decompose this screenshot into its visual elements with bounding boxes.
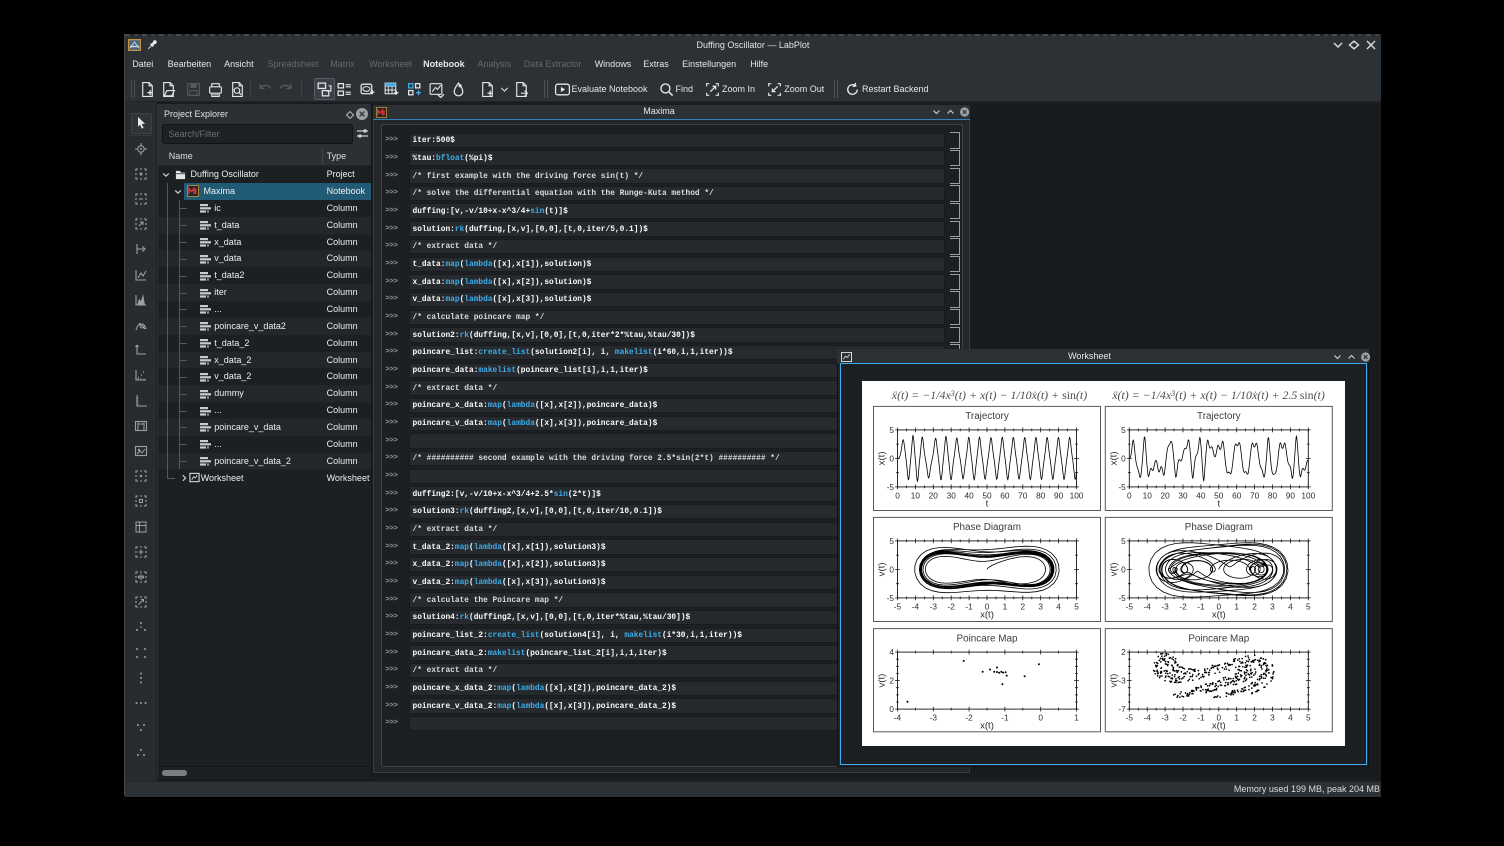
svg-text:30: 30	[947, 490, 957, 500]
svg-text:1: 1	[1003, 601, 1008, 611]
svg-text:v(t): v(t)	[1108, 674, 1119, 688]
svg-text:80: 80	[1268, 490, 1278, 500]
svg-text:-1: -1	[1001, 713, 1009, 723]
svg-text:30: 30	[1178, 490, 1188, 500]
svg-text:40: 40	[964, 490, 974, 500]
svg-text:4: 4	[889, 647, 894, 657]
svg-text:0: 0	[889, 564, 894, 574]
svg-text:1: 1	[1234, 713, 1239, 723]
svg-text:-3: -3	[1161, 601, 1169, 611]
svg-text:-4: -4	[1144, 601, 1152, 611]
svg-text:-4: -4	[1144, 713, 1152, 723]
svg-text:x(t): x(t)	[877, 451, 888, 465]
svg-text:x(t): x(t)	[1108, 451, 1119, 465]
svg-text:60: 60	[1232, 490, 1242, 500]
svg-text:-1: -1	[965, 601, 973, 611]
svg-text:-1: -1	[1197, 713, 1205, 723]
svg-text:-5: -5	[887, 482, 895, 492]
svg-text:Trajectory: Trajectory	[965, 411, 1009, 422]
svg-text:0: 0	[889, 453, 894, 463]
svg-text:80: 80	[1036, 490, 1046, 500]
svg-text:5: 5	[1306, 601, 1311, 611]
svg-text:-3: -3	[1161, 713, 1169, 723]
svg-text:x(t): x(t)	[980, 609, 994, 620]
svg-text:Trajectory: Trajectory	[1197, 411, 1241, 422]
svg-text:-4: -4	[894, 713, 902, 723]
svg-text:-3: -3	[930, 601, 938, 611]
svg-text:0: 0	[1038, 713, 1043, 723]
svg-text:t: t	[1217, 498, 1220, 509]
svg-text:-5: -5	[1126, 601, 1134, 611]
svg-text:20: 20	[929, 490, 939, 500]
svg-text:40: 40	[1196, 490, 1206, 500]
svg-text:x(t): x(t)	[1212, 609, 1226, 620]
svg-text:5: 5	[889, 425, 894, 435]
svg-text:Phase Diagram: Phase Diagram	[1185, 522, 1253, 533]
svg-text:1: 1	[1234, 601, 1239, 611]
svg-text:-5: -5	[894, 601, 902, 611]
svg-text:5: 5	[1306, 713, 1311, 723]
svg-text:0: 0	[895, 490, 900, 500]
svg-text:0: 0	[1121, 564, 1126, 574]
svg-text:3: 3	[1038, 601, 1043, 611]
svg-text:-2: -2	[1179, 713, 1187, 723]
svg-text:-3: -3	[1118, 676, 1126, 686]
svg-text:v(t): v(t)	[1108, 562, 1119, 576]
svg-text:90: 90	[1286, 490, 1296, 500]
svg-text:-3: -3	[930, 713, 938, 723]
svg-text:100: 100	[1301, 490, 1315, 500]
svg-text:2: 2	[1252, 601, 1257, 611]
svg-text:1: 1	[1074, 713, 1079, 723]
svg-text:10: 10	[911, 490, 921, 500]
svg-text:-2: -2	[965, 713, 973, 723]
svg-text:90: 90	[1054, 490, 1064, 500]
svg-text:-1: -1	[1197, 601, 1205, 611]
svg-text:-2: -2	[948, 601, 956, 611]
svg-text:4: 4	[1288, 601, 1293, 611]
svg-text:x(t): x(t)	[980, 721, 994, 732]
svg-text:0: 0	[1127, 490, 1132, 500]
svg-text:10: 10	[1143, 490, 1153, 500]
svg-text:5: 5	[1121, 536, 1126, 546]
svg-text:2: 2	[1020, 601, 1025, 611]
svg-text:4: 4	[1056, 601, 1061, 611]
svg-text:3: 3	[1270, 601, 1275, 611]
svg-text:2: 2	[889, 676, 894, 686]
svg-text:Phase Diagram: Phase Diagram	[953, 522, 1021, 533]
svg-text:70: 70	[1250, 490, 1260, 500]
svg-text:5: 5	[1074, 601, 1079, 611]
svg-text:2: 2	[1121, 647, 1126, 657]
svg-text:4: 4	[1288, 713, 1293, 723]
svg-text:5: 5	[889, 536, 894, 546]
svg-text:3: 3	[1270, 713, 1275, 723]
svg-text:t: t	[986, 498, 989, 509]
svg-text:60: 60	[1000, 490, 1010, 500]
svg-text:-2: -2	[1179, 601, 1187, 611]
svg-text:ẍ(t) = −1/4x3(t) + x(t) − 1/1: ẍ(t) = −1/4x3(t) + x(t) − 1/10ẋ(t) + 2…	[1111, 388, 1325, 402]
svg-text:Poincare Map: Poincare Map	[957, 633, 1018, 644]
svg-text:ẍ(t) = −1/4x3(t) + x(t) − 1/1: ẍ(t) = −1/4x3(t) + x(t) − 1/10ẋ(t) + s…	[891, 388, 1087, 402]
svg-text:5: 5	[1121, 425, 1126, 435]
svg-text:Poincare Map: Poincare Map	[1188, 633, 1249, 644]
svg-text:v(t): v(t)	[877, 562, 888, 576]
svg-text:-4: -4	[912, 601, 920, 611]
svg-text:100: 100	[1070, 490, 1084, 500]
svg-text:-5: -5	[1118, 482, 1126, 492]
svg-text:v(t): v(t)	[877, 674, 888, 688]
svg-text:70: 70	[1018, 490, 1028, 500]
svg-text:x(t): x(t)	[1212, 721, 1226, 732]
svg-text:2: 2	[1252, 713, 1257, 723]
svg-text:20: 20	[1160, 490, 1170, 500]
svg-text:0: 0	[1121, 453, 1126, 463]
svg-text:-5: -5	[1126, 713, 1134, 723]
